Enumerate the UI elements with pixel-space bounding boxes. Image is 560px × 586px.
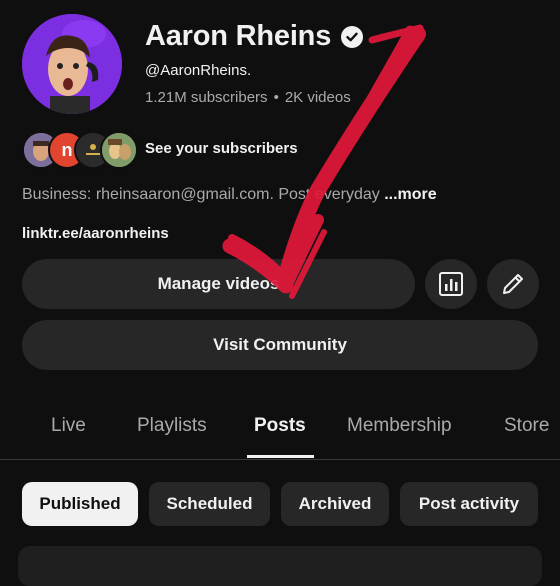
pencil-icon [503, 274, 523, 294]
visit-community-button[interactable]: Visit Community [22, 320, 538, 370]
channel-title: Aaron Rheins [145, 20, 364, 53]
channel-stats: 1.21M subscribers • 2K videos [145, 89, 351, 106]
chip-archived[interactable]: Archived [281, 482, 389, 526]
subscriber-count: 1.21M subscribers [145, 89, 268, 106]
description-text: Business: rheinsaaron@gmail.com. Post ev… [22, 186, 380, 203]
subscriber-avatar [100, 131, 138, 169]
see-subscribers-link[interactable]: See your subscribers [145, 140, 298, 157]
chip-published[interactable]: Published [22, 482, 138, 526]
channel-name: Aaron Rheins [145, 20, 332, 52]
channel-link[interactable]: linktr.ee/aaronrheins [22, 225, 169, 242]
separator-dot: • [273, 89, 279, 106]
verified-check-icon [341, 25, 364, 48]
analytics-button[interactable] [425, 259, 477, 309]
analytics-icon [439, 272, 463, 296]
active-tab-indicator [247, 455, 314, 458]
channel-tabs: Live Playlists Posts Membership Store [0, 403, 560, 460]
edit-channel-button[interactable] [487, 259, 539, 309]
post-composer-card[interactable] [18, 546, 542, 586]
subscriber-avatars[interactable]: n [22, 131, 138, 169]
subscriber-avatar-letter: n [61, 139, 73, 160]
tab-posts[interactable]: Posts [254, 415, 306, 437]
chip-scheduled[interactable]: Scheduled [149, 482, 270, 526]
manage-videos-button[interactable]: Manage videos [22, 259, 415, 309]
channel-description[interactable]: Business: rheinsaaron@gmail.com. Post ev… [22, 186, 437, 204]
tab-playlists[interactable]: Playlists [137, 415, 207, 437]
more-link[interactable]: ...more [384, 186, 436, 203]
tab-membership[interactable]: Membership [347, 415, 452, 437]
tab-store[interactable]: Store [504, 415, 549, 437]
video-count: 2K videos [284, 89, 351, 106]
channel-handle: @AaronRheins. [145, 62, 252, 79]
channel-avatar[interactable] [22, 14, 122, 114]
chip-post-activity[interactable]: Post activity [400, 482, 538, 526]
avatar-photo [22, 14, 122, 114]
tab-live[interactable]: Live [51, 415, 86, 437]
